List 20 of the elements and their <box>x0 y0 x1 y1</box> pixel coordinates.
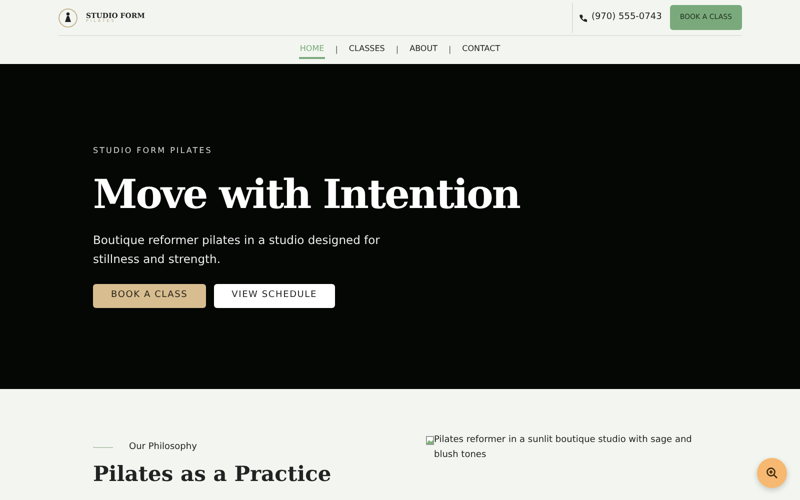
logo-icon <box>58 8 78 28</box>
section-eyebrow: Our Philosophy <box>129 441 197 454</box>
nav-separator: | <box>396 44 399 56</box>
zoom-in-icon <box>766 466 778 479</box>
view-schedule-button[interactable]: VIEW SCHEDULE <box>214 284 335 308</box>
phone-number: (970) 555-0743 <box>591 10 662 24</box>
hero-subtitle: Boutique reformer pilates in a studio designed for stillness and strength. <box>93 232 381 268</box>
section-title: Pilates as a Practice <box>93 460 332 486</box>
nav-link[interactable]: CONTACT <box>461 41 502 59</box>
nav-separator: | <box>448 44 452 56</box>
hero-eyebrow: STUDIO FORM PILATES <box>93 145 214 158</box>
image-alt-text: Pilates reformer in a sunlit boutique studio with sage and blush tones <box>434 434 693 462</box>
hero-title: Move with Intention <box>93 171 521 220</box>
nav-separator: | <box>335 44 338 56</box>
zoom-button[interactable] <box>757 458 787 488</box>
phone-icon <box>579 14 588 22</box>
book-class-button[interactable]: BOOK A CLASS <box>93 284 206 308</box>
broken-image-icon <box>426 436 434 445</box>
nav-link[interactable]: ABOUT <box>408 41 438 59</box>
nav-link[interactable]: CLASSES <box>348 41 386 59</box>
